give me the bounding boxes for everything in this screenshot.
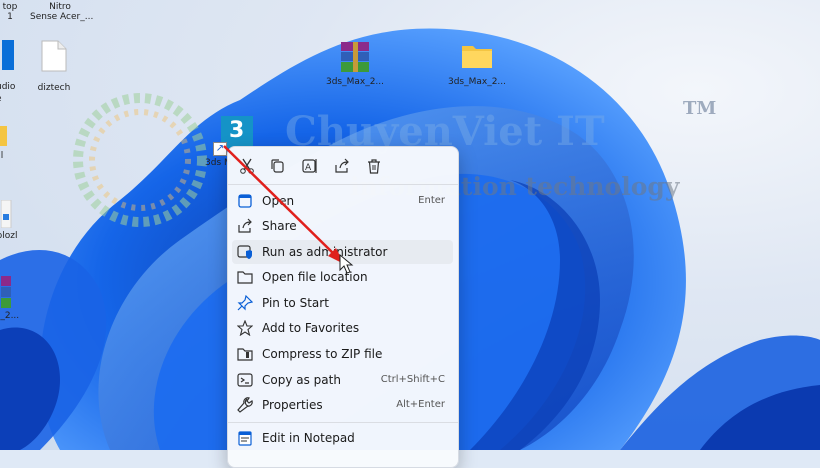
menu-item-compress-to-zip[interactable]: Compress to ZIP file: [232, 342, 453, 366]
app-icon: [2, 40, 14, 70]
desktop-icon[interactable]: a_2...: [0, 276, 20, 321]
desktop-icon[interactable]: l: [0, 126, 10, 161]
desktop-icon-3ds-max-archive[interactable]: 3ds_Max_2...: [322, 40, 388, 87]
svg-text:A: A: [305, 163, 312, 173]
delete-icon[interactable]: [365, 157, 383, 175]
rename-icon[interactable]: A: [301, 157, 319, 175]
menu-item-share[interactable]: Share: [232, 214, 453, 238]
menu-item-add-to-favorites[interactable]: Add to Favorites: [232, 316, 453, 340]
share-icon: [237, 218, 253, 234]
desktop-icon[interactable]: top 1: [0, 2, 22, 22]
notepad-icon: [237, 430, 253, 446]
copy-icon[interactable]: [269, 157, 287, 175]
document-icon: [0, 199, 12, 229]
open-icon: [237, 193, 253, 209]
menu-separator: [228, 422, 458, 423]
desktop-icon-3ds-max-folder[interactable]: 3ds_Max_2...: [444, 40, 510, 87]
menu-item-open-file-location[interactable]: Open file location: [232, 265, 453, 289]
menu-item-edit-in-notepad[interactable]: Edit in Notepad: [232, 426, 453, 450]
pin-icon: [237, 294, 254, 311]
menu-item-properties[interactable]: Properties Alt+Enter: [232, 393, 453, 417]
shortcut-badge: 3: [229, 118, 245, 143]
menu-item-open[interactable]: Open Enter: [232, 189, 453, 213]
zip-icon: [237, 346, 253, 362]
desktop-icon[interactable]: plozl: [0, 199, 20, 241]
desktop-icon[interactable]: udio e: [0, 40, 22, 104]
menu-item-run-as-administrator[interactable]: Run as administrator: [232, 240, 453, 264]
cut-icon[interactable]: [238, 157, 256, 175]
path-icon: [237, 372, 253, 388]
menu-item-pin-to-start[interactable]: Pin to Start: [232, 291, 453, 315]
shield-icon: [237, 244, 253, 260]
menu-separator: [228, 184, 458, 185]
winrar-archive-icon: [341, 42, 369, 72]
document-icon: [41, 40, 67, 72]
folder-icon: [462, 46, 492, 68]
wrench-icon: [237, 397, 253, 413]
desktop-icon-diztech[interactable]: diztech: [28, 40, 80, 93]
desktop-icon-nitro-sense[interactable]: Nitro Sense Acer_...: [30, 2, 93, 22]
star-icon: [236, 319, 254, 337]
menu-item-copy-as-path[interactable]: Copy as path Ctrl+Shift+C: [232, 368, 453, 392]
folder-icon: [0, 126, 7, 146]
folder-icon: [237, 269, 253, 285]
context-menu: A Open Enter Share Run as administrator …: [227, 146, 459, 468]
winrar-archive-icon: [1, 276, 11, 308]
share-icon[interactable]: [333, 157, 351, 175]
shortcut-arrow-icon: ↗: [213, 142, 227, 156]
